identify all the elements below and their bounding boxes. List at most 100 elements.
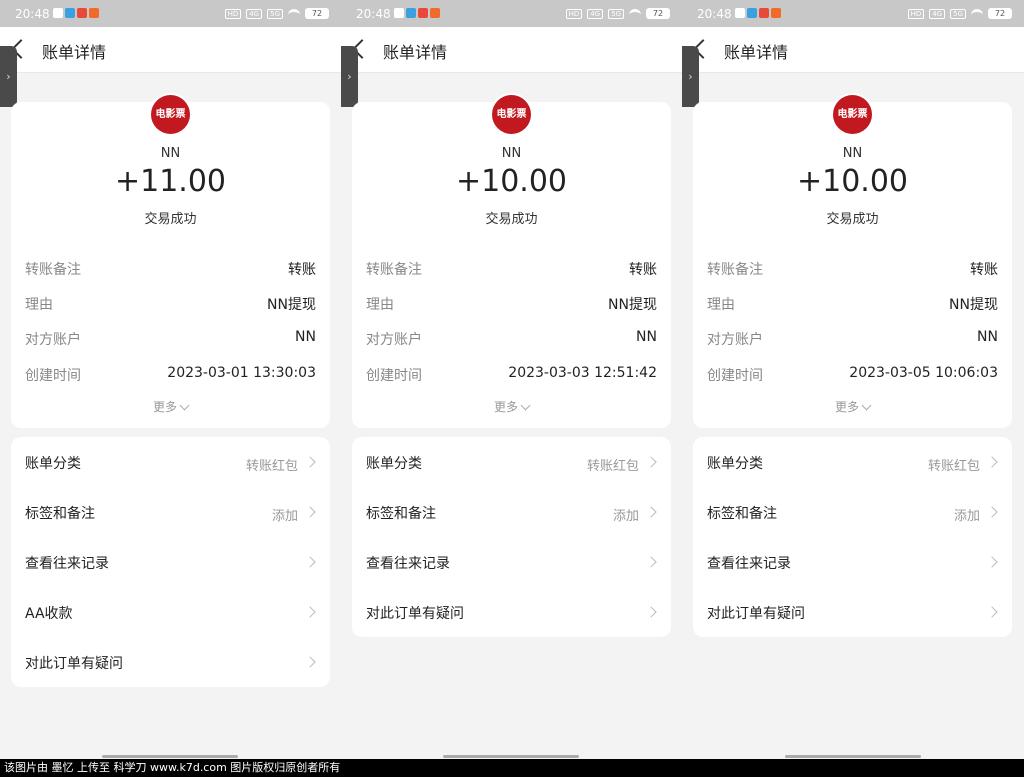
merchant-logo: 电影票 (833, 95, 872, 134)
detail-row-account: 对方账户 NN (366, 329, 657, 349)
merchant-name: NN (501, 146, 522, 161)
detail-label: 创建时间 (707, 368, 763, 384)
detail-label: 对方账户 (25, 332, 81, 348)
wifi-icon (629, 9, 641, 18)
menu-item[interactable]: 账单分类 转账红包 (352, 437, 671, 487)
screens-container: 20:48 HD 4G 5G 72 账单详情 › 电影票 NN +11.00 交… (0, 0, 1024, 759)
detail-row-remark: 转账备注 转账 (366, 259, 657, 279)
nav-bar: 账单详情 (682, 27, 1024, 73)
side-expand-tab[interactable]: › (0, 46, 17, 107)
detail-value: NN (636, 329, 657, 345)
side-expand-tab[interactable]: › (682, 46, 699, 107)
more-label: 更多 (493, 400, 518, 414)
detail-row-reason: 理由 NN提现 (25, 294, 316, 314)
detail-row-time: 创建时间 2023-03-05 10:06:03 (707, 365, 998, 385)
status-right: HD 4G 5G 72 (907, 8, 1012, 19)
status-right: HD 4G 5G 72 (565, 8, 670, 19)
menu-item-label: AA收款 (25, 606, 73, 622)
app-icon (77, 8, 87, 18)
detail-value: 2023-03-03 12:51:42 (508, 365, 657, 381)
status-bar: 20:48 HD 4G 5G 72 (682, 0, 1024, 27)
menu-item-value: 添加 (953, 509, 980, 524)
more-label: 更多 (152, 400, 177, 414)
menu-item-label: 账单分类 (25, 456, 81, 472)
menu-item[interactable]: 标签和备注 添加 (693, 487, 1012, 537)
detail-label: 理由 (366, 297, 394, 313)
menu-item-value: 添加 (271, 509, 298, 524)
status-right: HD 4G 5G 72 (224, 8, 329, 19)
menu-item[interactable]: AA收款 (11, 587, 330, 637)
menu-item[interactable]: 标签和备注 添加 (352, 487, 671, 537)
hd-icon: HD (224, 8, 242, 19)
notification-icons (394, 8, 440, 18)
home-indicator (785, 755, 921, 758)
menu-item[interactable]: 对此订单有疑问 (11, 637, 330, 687)
app-icon (65, 8, 75, 18)
menu-item[interactable]: 查看往来记录 (352, 537, 671, 587)
signal-4g-icon: 4G (929, 8, 946, 19)
amount: +10.00 (455, 164, 568, 199)
screen-1: 20:48 HD 4G 5G 72 账单详情 › 电影票 NN +11.00 交… (0, 0, 341, 759)
detail-row-account: 对方账户 NN (707, 329, 998, 349)
page-title: 账单详情 (383, 43, 448, 62)
detail-value: NN提现 (267, 297, 316, 313)
chat-icon (735, 8, 745, 18)
menu-item[interactable]: 账单分类 转账红包 (11, 437, 330, 487)
transaction-card: 电影票 NN +10.00 交易成功 转账备注 转账 理由 NN提现 对方账户 … (352, 95, 671, 428)
app-icon (771, 8, 781, 18)
amount: +10.00 (796, 164, 909, 199)
menu-item-label: 对此订单有疑问 (707, 606, 805, 622)
chevron-right-icon (645, 506, 657, 518)
detail-value: NN提现 (608, 297, 657, 313)
more-button[interactable]: 更多 (693, 398, 1012, 415)
more-button[interactable]: 更多 (11, 398, 330, 415)
menu-card: 账单分类 转账红包 标签和备注 添加 查看往来记录 AA收款 对此订单有疑问 (11, 437, 330, 687)
menu-card: 账单分类 转账红包 标签和备注 添加 查看往来记录 对此订单有疑问 (352, 437, 671, 637)
detail-value: NN提现 (949, 297, 998, 313)
chevron-right-icon (304, 456, 316, 468)
menu-item-label: 标签和备注 (25, 506, 95, 522)
page-title: 账单详情 (724, 43, 789, 62)
home-indicator (443, 755, 579, 758)
menu-item[interactable]: 对此订单有疑问 (693, 587, 1012, 637)
page-title: 账单详情 (42, 43, 107, 62)
detail-label: 理由 (25, 297, 53, 313)
chevron-right-icon (645, 556, 657, 568)
menu-item[interactable]: 对此订单有疑问 (352, 587, 671, 637)
menu-item[interactable]: 账单分类 转账红包 (693, 437, 1012, 487)
signal-4g-icon: 4G (587, 8, 604, 19)
transaction-card: 电影票 NN +11.00 交易成功 转账备注 转账 理由 NN提现 对方账户 … (11, 95, 330, 428)
menu-item-label: 查看往来记录 (707, 556, 791, 572)
notification-icons (53, 8, 99, 18)
status-time: 20:48 (15, 7, 50, 21)
hd-icon: HD (907, 8, 925, 19)
home-indicator (102, 755, 238, 758)
battery-icon: 72 (646, 8, 670, 19)
merchant-logo: 电影票 (492, 95, 531, 134)
detail-value: NN (295, 329, 316, 345)
amount: +11.00 (114, 164, 227, 199)
app-icon (418, 8, 428, 18)
chevron-right-icon (304, 506, 316, 518)
app-icon (89, 8, 99, 18)
battery-icon: 72 (988, 8, 1012, 19)
signal-5g-icon: 5G (950, 8, 966, 19)
side-expand-tab[interactable]: › (341, 46, 358, 107)
menu-item-label: 对此订单有疑问 (25, 656, 123, 672)
chevron-right-icon (304, 556, 316, 568)
transaction-status: 交易成功 (826, 212, 879, 227)
detail-value: 2023-03-05 10:06:03 (849, 365, 998, 381)
menu-item[interactable]: 查看往来记录 (693, 537, 1012, 587)
chevron-right-icon (645, 456, 657, 468)
more-button[interactable]: 更多 (352, 398, 671, 415)
detail-label: 理由 (707, 297, 735, 313)
detail-label: 创建时间 (366, 368, 422, 384)
nav-bar: 账单详情 (341, 27, 682, 73)
detail-row-remark: 转账备注 转账 (25, 259, 316, 279)
menu-item-label: 标签和备注 (366, 506, 436, 522)
screen-3: 20:48 HD 4G 5G 72 账单详情 › 电影票 NN +10.00 交… (682, 0, 1024, 759)
status-time: 20:48 (697, 7, 732, 21)
detail-label: 对方账户 (366, 332, 422, 348)
menu-item[interactable]: 查看往来记录 (11, 537, 330, 587)
menu-item[interactable]: 标签和备注 添加 (11, 487, 330, 537)
